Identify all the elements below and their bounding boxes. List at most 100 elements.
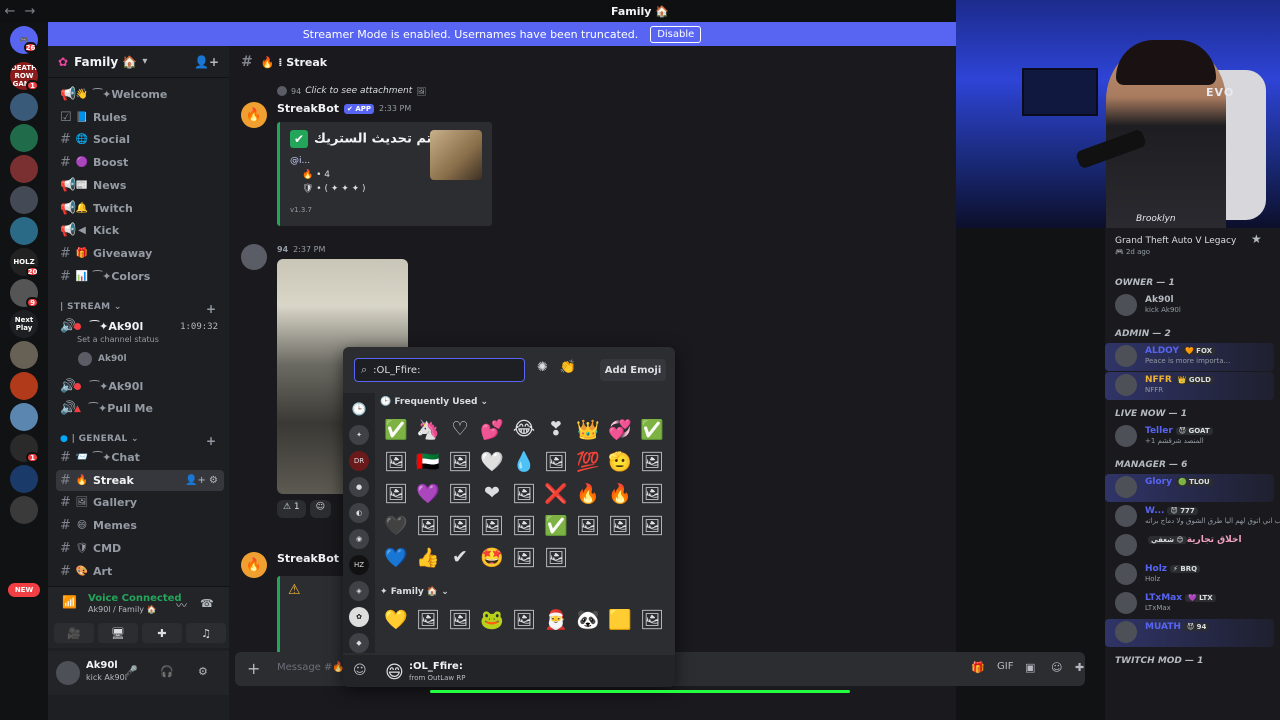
channel-item[interactable]: # 🌐 Social — [56, 129, 224, 150]
channel-item[interactable]: # 🎨 Art — [56, 561, 224, 582]
voice-user[interactable]: Ak90l — [78, 352, 127, 366]
gift-icon[interactable]: 🎁 — [971, 661, 985, 674]
avatar[interactable] — [56, 661, 80, 685]
server-icon[interactable]: DR — [349, 451, 369, 471]
gif-icon[interactable]: GIF — [997, 661, 1013, 672]
new-pill[interactable]: NEW — [8, 583, 40, 597]
channel-item[interactable]: # 😄 Memes — [56, 515, 224, 536]
family-header[interactable]: ✦ Family 🏠 ⌄ — [380, 587, 449, 597]
gear-icon[interactable]: ⚙ — [198, 665, 208, 678]
emoji-cell[interactable]: 💕 — [476, 413, 508, 445]
headphones-icon[interactable]: 🎧 — [160, 665, 174, 678]
server-icon[interactable]: ◉ — [349, 529, 369, 549]
emoji-cell[interactable]: 🖼 — [380, 445, 412, 477]
disable-button[interactable]: Disable — [650, 25, 702, 43]
member-item[interactable]: Ak90l kick Ak90l — [1115, 294, 1275, 316]
server-icon[interactable]: ✦ — [349, 425, 369, 445]
emoji-cell[interactable]: 💞 — [604, 413, 636, 445]
member-item[interactable]: LTxMax 💜 LTX LTxMax — [1115, 592, 1275, 614]
server-icon[interactable]: ◈ — [349, 581, 369, 601]
emoji-search-input[interactable] — [373, 364, 514, 376]
emoji-cell[interactable]: 💯 — [572, 445, 604, 477]
emoji-cell[interactable]: 🖼 — [604, 509, 636, 541]
sticker-icon[interactable]: ▣ — [1025, 661, 1035, 674]
emoji-cell[interactable]: 🖼 — [636, 445, 668, 477]
emoji-cell[interactable]: 🖼 — [444, 477, 476, 509]
voice-connected-sub[interactable]: Ak90l / Family 🏠 — [88, 605, 157, 614]
server-icon[interactable] — [10, 403, 38, 431]
server-icon[interactable] — [10, 465, 38, 493]
emoji-cell[interactable]: 😂 — [508, 413, 540, 445]
emoji-cell[interactable]: ❌ — [540, 477, 572, 509]
member-item[interactable]: ALDOY 🧡 FOX Peace is more importa... — [1115, 345, 1275, 367]
reply-preview[interactable]: 94 Click to see attachment 🖼 — [277, 86, 426, 96]
emoji-cell[interactable]: 🤍 — [476, 445, 508, 477]
emoji-cell[interactable]: ✅ — [540, 509, 572, 541]
server-icon[interactable]: Next Play — [10, 310, 38, 338]
add-reaction-icon[interactable]: ☺ — [309, 500, 332, 518]
emoji-cell[interactable]: 🖼 — [508, 477, 540, 509]
upload-plus-icon[interactable]: + — [247, 659, 260, 678]
add-member-icon[interactable]: 👤+ — [194, 55, 219, 69]
emoji-cell[interactable]: 👑 — [572, 413, 604, 445]
emoji-cell[interactable]: 🖼 — [636, 603, 668, 635]
channel-item[interactable]: 📢 🔔 Twitch — [56, 198, 224, 219]
add-channel-icon[interactable]: + — [206, 302, 216, 316]
server-icon[interactable] — [10, 186, 38, 214]
member-item[interactable]: Glory 🟢 TLOU — [1115, 476, 1275, 498]
emoji-cell[interactable]: 🖼 — [540, 541, 572, 573]
emoji-cell[interactable]: 🖼 — [636, 477, 668, 509]
emoji-cell[interactable]: 💙 — [380, 541, 412, 573]
voice-channel-ak90l[interactable]: 🔊 ⁀✦Ak90l 1:09:32 — [56, 316, 224, 337]
user-avatar[interactable] — [241, 244, 267, 270]
screenshare-button[interactable]: 🖥 — [98, 623, 138, 643]
emoji-cell[interactable]: 💛 — [380, 603, 412, 635]
activity-title[interactable]: Grand Theft Auto V Legacy — [1115, 236, 1236, 246]
emoji-cell[interactable]: 🔥 — [604, 477, 636, 509]
emoji-cell[interactable]: 🖼 — [508, 509, 540, 541]
server-icon[interactable] — [10, 217, 38, 245]
voice-channel-ak90l-2[interactable]: 🔊 ⁀✦Ak90l — [56, 376, 224, 397]
server-icon[interactable]: ✿ — [349, 607, 369, 627]
channel-item[interactable]: # 🎁 Giveaway — [56, 243, 224, 264]
disconnect-icon[interactable]: ☎ — [200, 597, 214, 610]
add-emoji-button[interactable]: Add Emoji — [600, 359, 666, 381]
server-icon[interactable] — [10, 496, 38, 524]
emoji-cell[interactable]: 🎅 — [540, 603, 572, 635]
embed-mention[interactable]: @i... — [290, 156, 310, 166]
channel-status[interactable]: Set a channel status — [77, 335, 159, 344]
frequently-used-header[interactable]: 🕒 Frequently Used ⌄ — [380, 397, 488, 407]
emoji-cell[interactable]: 🖼 — [508, 541, 540, 573]
channel-item[interactable]: # 🖼 Gallery — [56, 492, 224, 513]
server-icon[interactable] — [10, 124, 38, 152]
server-icon[interactable]: ◐ — [349, 503, 369, 523]
member-item[interactable]: Holz ⚡ BRQ Holz — [1115, 563, 1275, 585]
emoji-cell[interactable]: 👍 — [412, 541, 444, 573]
emoji-cell[interactable]: 🐸 — [476, 603, 508, 635]
apps-icon[interactable]: ✚ — [1075, 661, 1084, 674]
channel-item[interactable]: # 🛡 CMD — [56, 538, 224, 559]
server-icon[interactable] — [10, 155, 38, 183]
server-icon[interactable]: HZ — [349, 555, 369, 575]
emoji-cell[interactable]: 🖼 — [444, 603, 476, 635]
emoji-cell[interactable]: 🖼 — [412, 509, 444, 541]
member-item[interactable]: NFFR 👑 GOLD NFFR — [1115, 374, 1275, 396]
emoji-cell[interactable]: 🖼 — [508, 603, 540, 635]
activities-button[interactable]: ✚ — [142, 623, 182, 643]
emoji-cell[interactable]: ✔ — [444, 541, 476, 573]
clock-icon[interactable]: 🕒 — [349, 399, 369, 419]
server-icon[interactable] — [10, 341, 38, 369]
member-item[interactable]: Teller 😈 GOAT +1 المنصد شرقشم — [1115, 425, 1275, 447]
nitro-icon[interactable]: ✺ — [537, 360, 548, 375]
emoji-search[interactable]: ⌕ — [354, 358, 525, 382]
emoji-cell[interactable]: 🖼 — [412, 603, 444, 635]
guild-header[interactable]: ✿ Family 🏠 ▾ 👤+ — [48, 46, 229, 78]
emoji-cell[interactable]: 🖤 — [380, 509, 412, 541]
server-icon[interactable]: ● — [349, 477, 369, 497]
emoji-cell[interactable]: 🖼 — [380, 477, 412, 509]
server-icon[interactable] — [10, 93, 38, 121]
embed-thumbnail[interactable] — [430, 130, 482, 180]
emoji-cell[interactable]: 🇦🇪 — [412, 445, 444, 477]
category-stream[interactable]: | STREAM ⌄ + — [60, 302, 216, 316]
emoji-cell[interactable]: 🦄 — [412, 413, 444, 445]
